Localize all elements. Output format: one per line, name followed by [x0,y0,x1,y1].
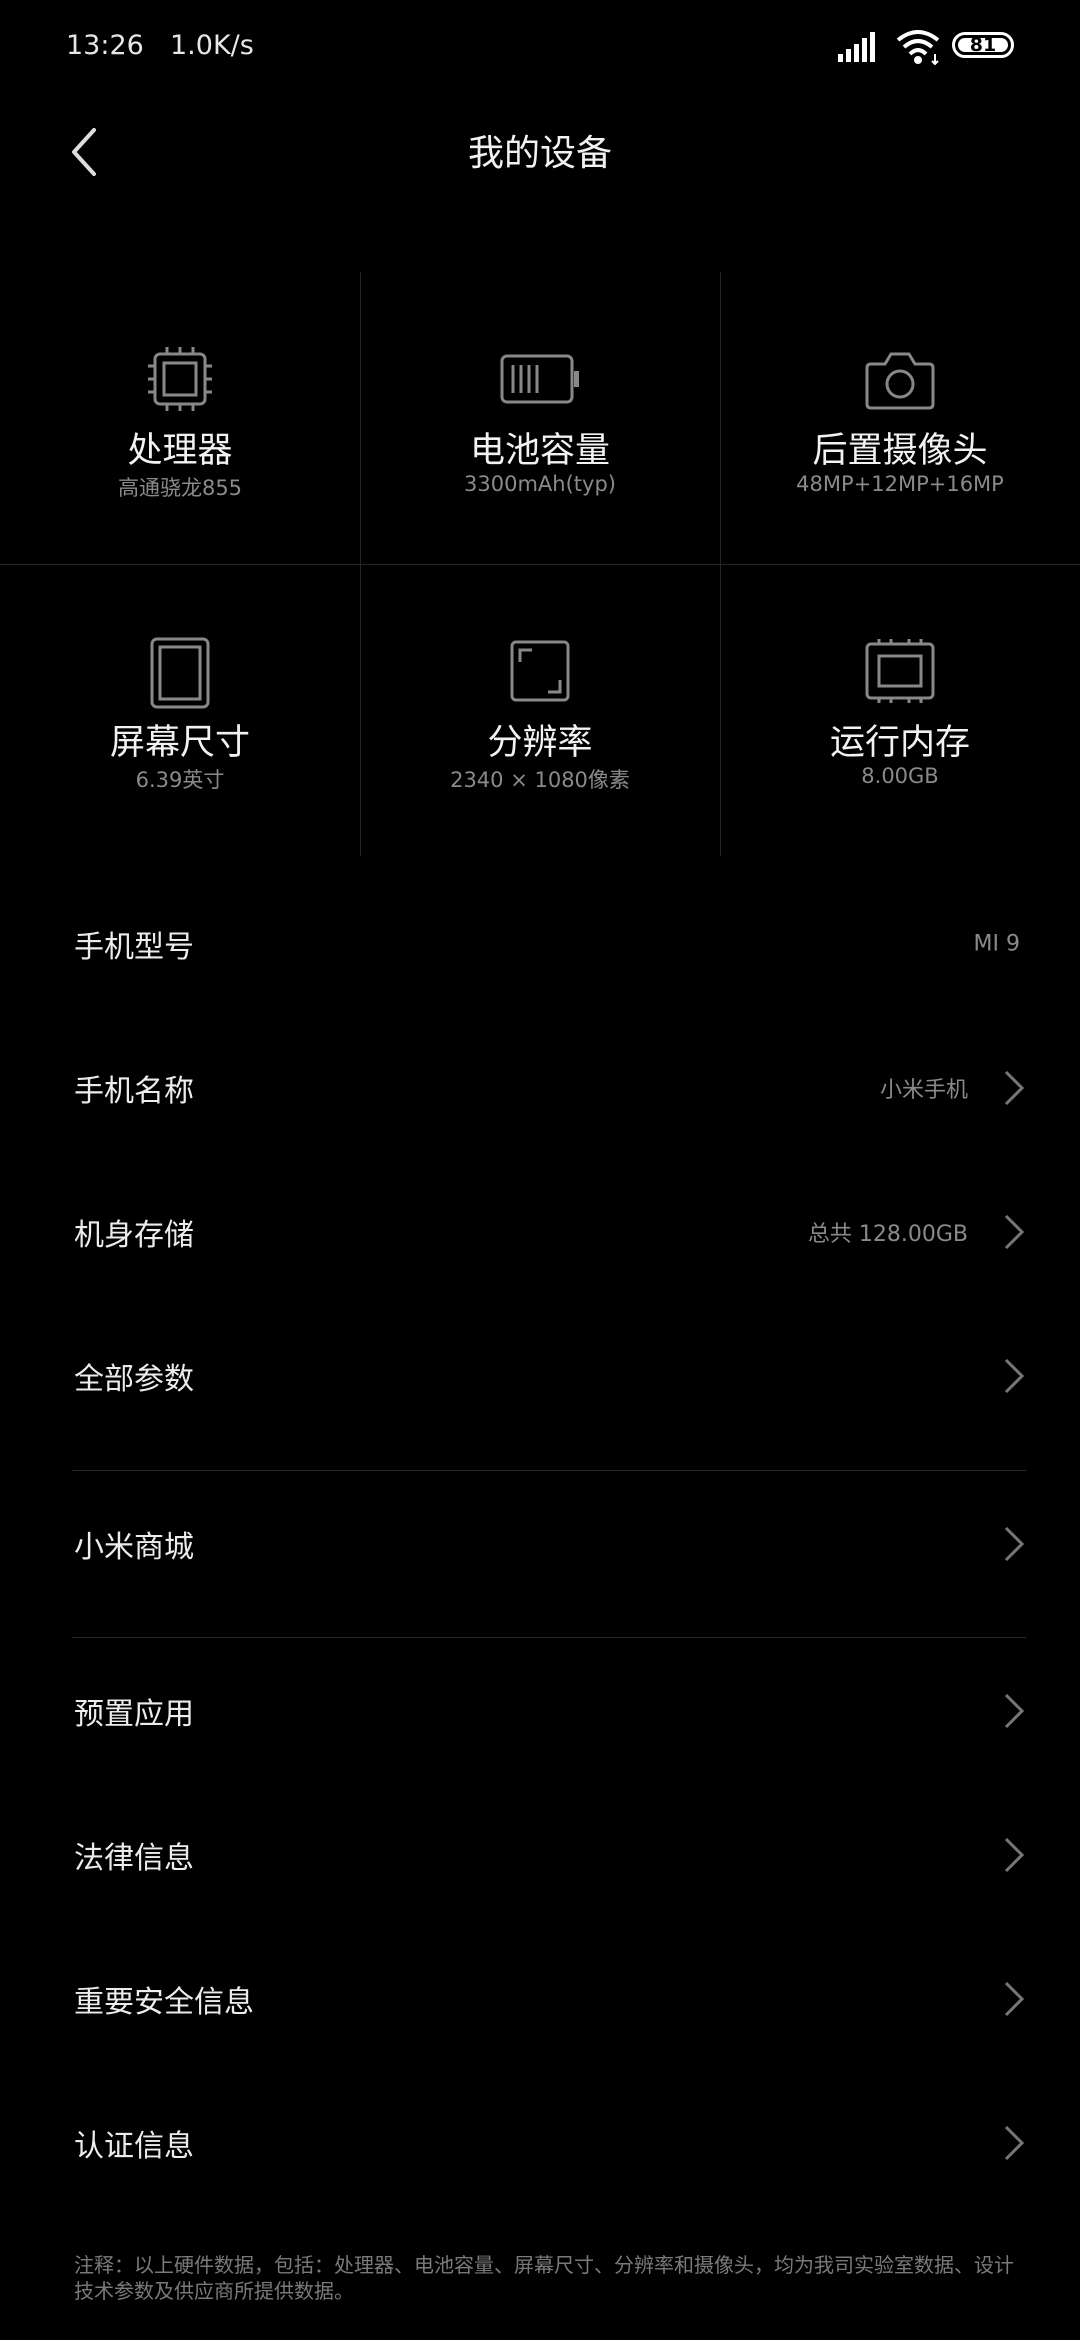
spec-title: 处理器 [127,431,233,471]
spec-ram: 运行内存 8.00GB [720,564,1080,856]
chevron-right-icon [1004,1358,1025,1394]
chevron-right-icon [1004,1070,1025,1106]
row-label: 小米商城 [74,1530,194,1565]
processor-icon [0,344,360,414]
row-certification-info[interactable]: 认证信息 [0,2071,1080,2215]
resolution-icon [360,636,720,706]
row-mi-store[interactable]: 小米商城 [0,1472,1080,1616]
spec-battery: 电池容量 3300mAh(typ) [360,272,720,564]
row-label: 预置应用 [74,1697,194,1732]
spec-value: 3300mAh(typ) [464,472,616,496]
row-label: 认证信息 [74,2129,194,2164]
spec-value: 48MP+12MP+16MP [796,472,1004,496]
battery-level: 81 [969,34,997,56]
screen-size-icon [0,636,360,709]
row-legal-info[interactable]: 法律信息 [0,1783,1080,1927]
spec-title: 屏幕尺寸 [109,723,250,763]
spec-title: 运行内存 [829,723,970,763]
row-storage[interactable]: 机身存储 总共 128.00GB [0,1160,1080,1304]
row-model: 手机型号 MI 9 [0,872,1080,1016]
camera-icon [720,344,1080,414]
row-label: 法律信息 [74,1841,194,1876]
chevron-right-icon [1004,1214,1025,1250]
row-device-name[interactable]: 手机名称 小米手机 [0,1016,1080,1160]
battery-icon: 81 [952,32,1014,58]
wifi-icon [895,28,941,70]
status-time: 13:26 [66,30,144,61]
battery-capacity-icon [360,344,720,414]
row-value: 总共 128.00GB [807,1222,968,1247]
specs-grid: 处理器 高通骁龙855 电池容量 3300mAh(typ) 后置摄像头 48MP… [0,272,1080,856]
spec-value: 8.00GB [861,764,939,788]
signal-icon [838,30,880,68]
spec-value: 高通骁龙855 [117,476,243,500]
chevron-right-icon [1004,2125,1025,2161]
page-title: 我的设备 [467,133,612,174]
row-label: 机身存储 [74,1218,194,1253]
row-value: 小米手机 [879,1078,968,1103]
divider [72,1470,1026,1471]
chevron-right-icon [1004,1526,1025,1562]
spec-value: 2340 × 1080像素 [450,768,630,792]
row-label: 重要安全信息 [74,1985,254,2020]
row-safety-info[interactable]: 重要安全信息 [0,1927,1080,2071]
spec-resolution: 分辨率 2340 × 1080像素 [360,564,720,856]
spec-screen-size: 屏幕尺寸 6.39英寸 [0,564,360,856]
row-label: 手机名称 [74,1074,194,1109]
ram-icon [720,636,1080,706]
header: 我的设备 [0,96,1080,208]
chevron-right-icon [1004,1837,1025,1873]
spec-processor: 处理器 高通骁龙855 [0,272,360,564]
row-label: 手机型号 [74,930,194,965]
row-label: 全部参数 [74,1362,194,1397]
chevron-right-icon [1004,1693,1025,1729]
spec-title: 后置摄像头 [812,431,988,471]
spec-value: 6.39英寸 [135,768,225,792]
row-all-specs[interactable]: 全部参数 [0,1304,1080,1448]
divider [72,1637,1026,1638]
chevron-right-icon [1004,1981,1025,2017]
row-preinstalled-apps[interactable]: 预置应用 [0,1639,1080,1783]
spec-camera: 后置摄像头 48MP+12MP+16MP [720,272,1080,564]
status-bar: 13:26 1.0K/s 81 [0,0,1080,96]
status-net-speed: 1.0K/s [170,30,254,61]
spec-title: 分辨率 [487,723,593,763]
footnote: 注释：以上硬件数据，包括：处理器、电池容量、屏幕尺寸、分辨率和摄像头，均为我司实… [74,2253,1014,2303]
row-value: MI 9 [973,931,1020,957]
spec-title: 电池容量 [469,431,610,471]
